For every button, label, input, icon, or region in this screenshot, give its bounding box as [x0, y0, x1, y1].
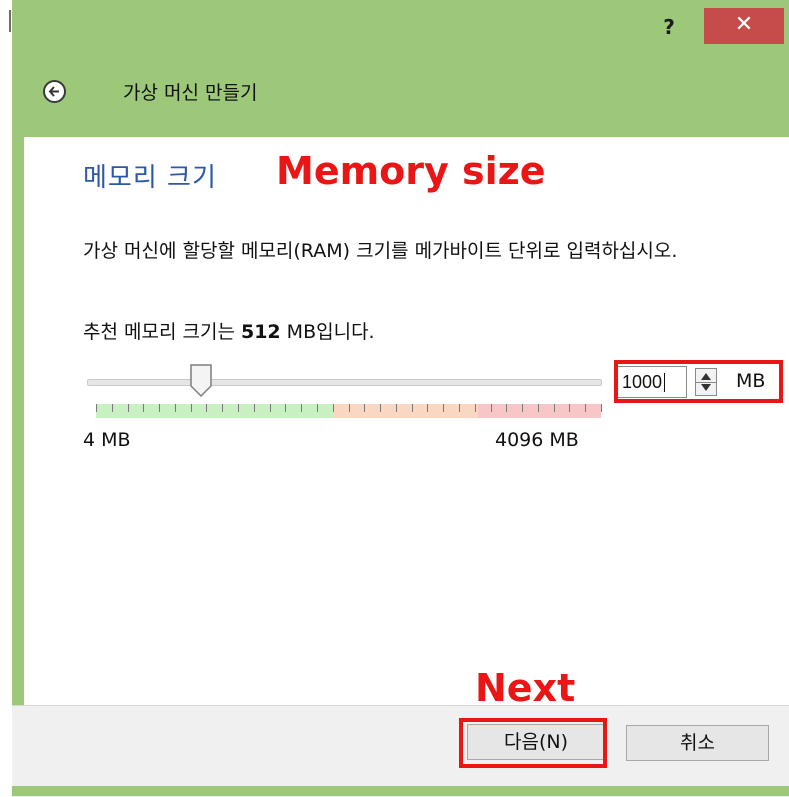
scale-tick [238, 404, 240, 412]
scale-tick [569, 404, 571, 412]
scale-tick [111, 404, 113, 412]
scale-tick [411, 404, 413, 412]
memory-slider-track[interactable] [87, 379, 602, 386]
scale-tick [601, 404, 602, 412]
recommend-prefix: 추천 메모리 크기는 [83, 321, 241, 343]
annotation-highlight-memory-input [614, 360, 783, 403]
scale-tick [269, 404, 271, 412]
scale-tick [190, 404, 192, 412]
scale-ticks [96, 404, 602, 412]
help-button[interactable]: ? [639, 12, 699, 42]
scale-tick [553, 404, 555, 412]
edge-mark [9, 10, 11, 32]
recommend-value: 512 [240, 321, 281, 343]
scale-tick [253, 404, 255, 412]
wizard-header: 가상 머신 만들기 [12, 50, 789, 136]
background-strip [0, 0, 12, 796]
scale-tick [285, 404, 287, 412]
memory-slider-handle[interactable] [190, 364, 213, 398]
scale-tick [537, 404, 539, 412]
scale-tick [96, 404, 97, 412]
scale-tick [474, 404, 476, 412]
scale-tick [443, 404, 445, 412]
scale-tick [332, 404, 334, 412]
scale-tick [127, 404, 129, 412]
scale-tick [585, 404, 587, 412]
scale-tick [159, 404, 161, 412]
slider-max-label: 4096 MB [495, 429, 579, 451]
cancel-button[interactable]: 취소 [626, 725, 769, 761]
scale-tick [174, 404, 176, 412]
scale-tick [316, 404, 318, 412]
scale-tick [222, 404, 224, 412]
recommend-suffix: MB입니다. [280, 321, 375, 343]
scale-tick [458, 404, 460, 412]
wizard-title: 가상 머신 만들기 [123, 82, 258, 104]
scale-tick [364, 404, 366, 412]
back-arrow-icon [48, 86, 59, 97]
scale-tick [348, 404, 350, 412]
scale-tick [522, 404, 524, 412]
scale-tick [143, 404, 145, 412]
scale-tick [395, 404, 397, 412]
scale-tick [427, 404, 429, 412]
scale-tick [380, 404, 382, 412]
annotation-highlight-next-button [459, 718, 607, 768]
scale-tick [206, 404, 208, 412]
back-button[interactable] [43, 80, 66, 103]
frame-bottom-edge [12, 786, 789, 796]
scale-tick [301, 404, 303, 412]
close-button[interactable]: ✕ [704, 8, 784, 44]
recommended-memory-text: 추천 메모리 크기는 512 MB입니다. [83, 317, 375, 344]
page-description: 가상 머신에 할당할 메모리(RAM) 크기를 메가바이트 단위로 입력하십시오… [83, 240, 678, 262]
scale-tick [490, 404, 492, 412]
annotation-memory-size: Memory size [276, 149, 546, 193]
title-bar: ? ✕ [12, 0, 789, 50]
wizard-content: 메모리 크기 Memory size 가상 머신에 할당할 메모리(RAM) 크… [24, 137, 789, 705]
slider-min-label: 4 MB [83, 429, 131, 451]
page-title: 메모리 크기 [83, 163, 217, 193]
slider-handle-icon [190, 364, 213, 398]
annotation-next: Next [475, 666, 576, 710]
scale-tick [506, 404, 508, 412]
